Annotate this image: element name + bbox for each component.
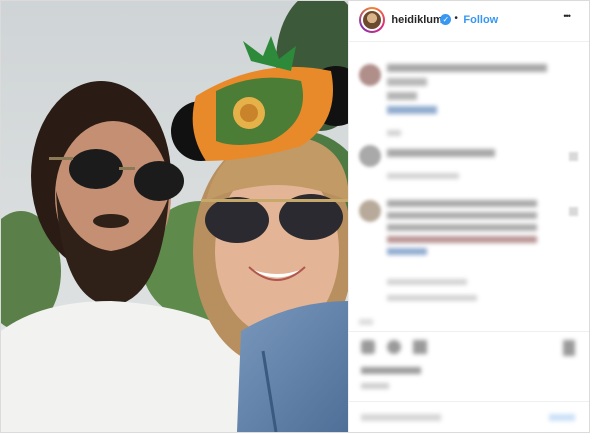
commenter-avatar: [359, 64, 382, 86]
profile-avatar[interactable]: [359, 7, 386, 33]
verified-badge-icon: ✓: [440, 14, 452, 25]
follow-button[interactable]: Follow: [463, 14, 498, 26]
bookmark-icon[interactable]: [563, 340, 576, 356]
comment-block-1: [387, 64, 581, 114]
commenter-avatar: [359, 145, 382, 167]
header-separator: •: [454, 13, 458, 24]
add-comment-bar: [349, 401, 590, 433]
post-timestamp: [361, 383, 390, 389]
post-header: heidiklum ✓ • Follow •••: [349, 1, 590, 42]
post-photo[interactable]: [1, 1, 349, 432]
comment-heart-icon[interactable]: [569, 152, 579, 161]
comments-list: [349, 42, 589, 332]
action-bar: [349, 331, 590, 364]
comment-meta: [387, 130, 402, 136]
username-link[interactable]: heidiklum: [391, 14, 442, 26]
comment-meta: [387, 279, 468, 285]
more-options-icon[interactable]: •••: [563, 11, 571, 21]
commenter-avatar: [359, 200, 382, 222]
views-count: [361, 367, 422, 374]
comment-meta: [387, 173, 460, 179]
view-replies[interactable]: [387, 295, 478, 301]
comment-heart-icon[interactable]: [569, 207, 579, 216]
heart-icon[interactable]: [361, 340, 376, 354]
instagram-post: heidiklum ✓ • Follow •••: [0, 0, 590, 433]
add-comment-input[interactable]: [361, 414, 442, 421]
post-comment-button[interactable]: [549, 414, 576, 421]
selfie-image: [1, 1, 349, 432]
load-more[interactable]: [359, 319, 374, 325]
post-sidebar: heidiklum ✓ • Follow •••: [348, 1, 590, 433]
comment-block-3: [387, 200, 538, 255]
share-icon[interactable]: [413, 340, 428, 354]
comment-icon[interactable]: [387, 340, 402, 354]
comment-text: [387, 149, 496, 157]
